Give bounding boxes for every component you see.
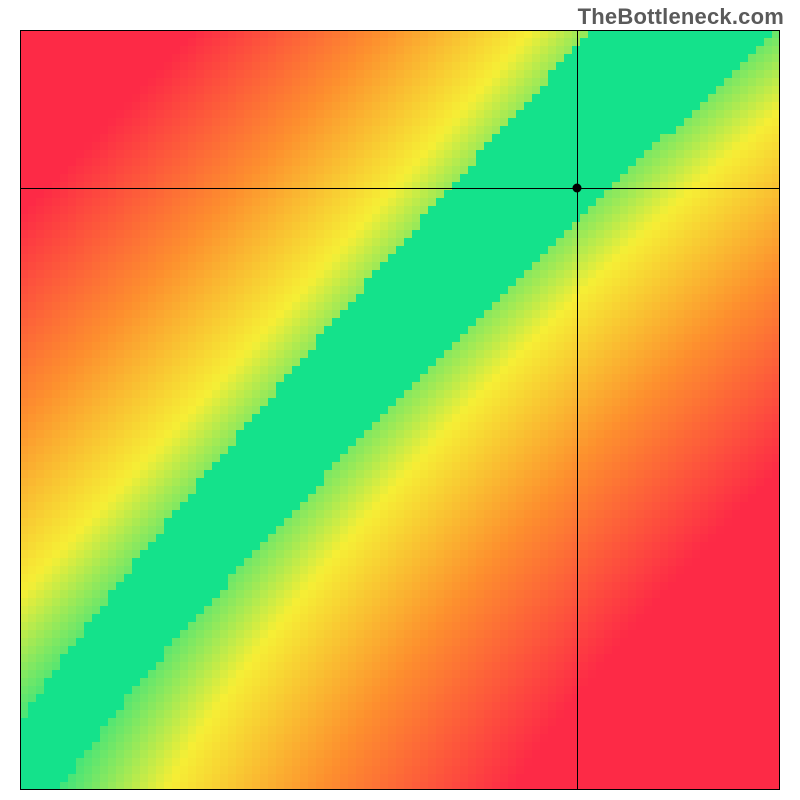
bottleneck-heatmap: TheBottleneck.com (0, 0, 800, 800)
heatmap-canvas (20, 30, 780, 790)
watermark-text: TheBottleneck.com (578, 4, 784, 30)
